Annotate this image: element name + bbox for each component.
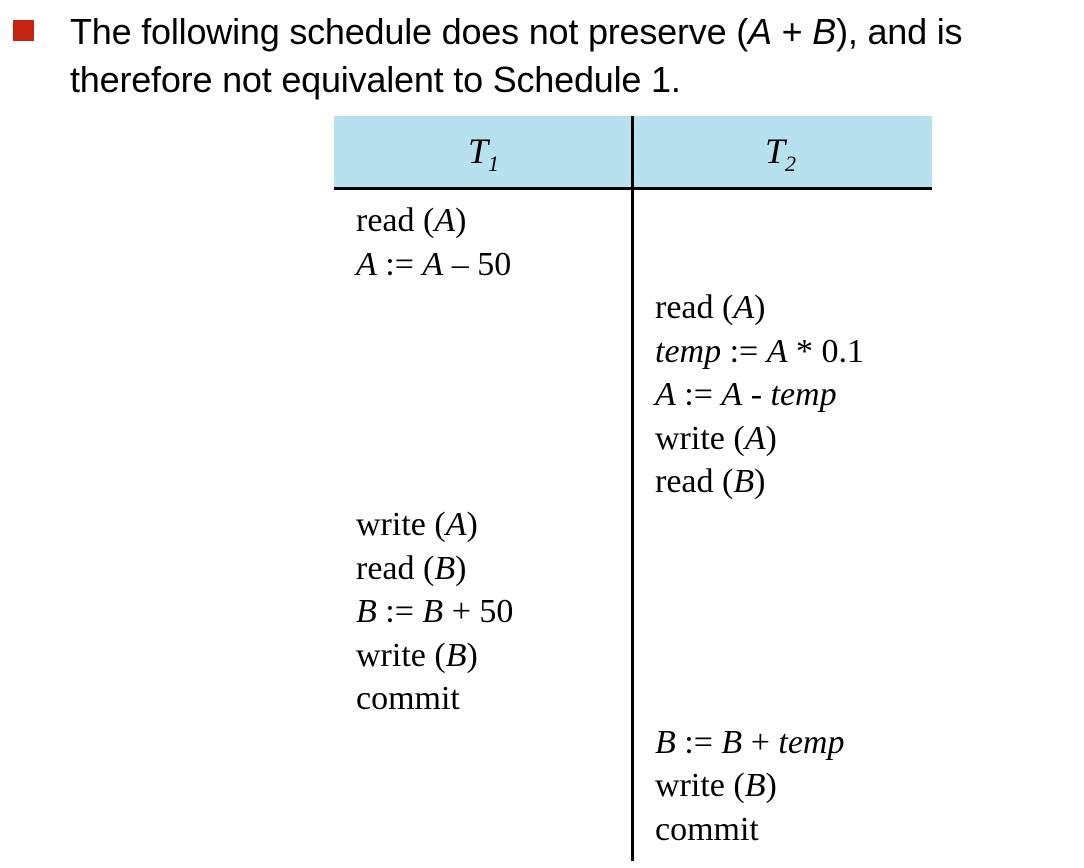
statement-line-2: therefore not equivalent to Schedule 1.: [70, 59, 681, 100]
header-t1-base: T: [468, 131, 489, 171]
op-end: ): [754, 463, 766, 500]
op-var: A: [422, 246, 444, 283]
op-var: A: [766, 333, 788, 370]
op-var: A: [356, 246, 377, 283]
column-divider: [631, 116, 634, 861]
op-end: ): [466, 637, 478, 674]
op-word: write (: [655, 420, 745, 457]
op-var: A: [744, 420, 766, 457]
op-tail: – 50: [443, 246, 512, 283]
t1-op-commit: commit: [356, 677, 460, 721]
header-t1-subscript: 1: [488, 151, 500, 176]
op-end: ): [455, 202, 467, 239]
t2-op-temp-assign: temp := A * 0.1: [655, 330, 864, 374]
op-var: temp: [770, 376, 837, 413]
t2-op-b-plus-temp: B := B + temp: [655, 721, 844, 765]
t1-op-write-b: write (B): [356, 634, 478, 678]
statement-text: The following schedule does not preserve…: [70, 8, 1080, 104]
header-t2-base: T: [765, 131, 786, 171]
op-var: B: [434, 550, 456, 587]
op-var: temp: [778, 724, 845, 761]
op-var: B: [733, 463, 755, 500]
op-assign: :=: [675, 376, 722, 413]
statement-text-part: ), and is: [836, 11, 963, 52]
op-word: commit: [356, 680, 460, 717]
op-plus: +: [742, 724, 779, 761]
op-assign: :=: [376, 593, 423, 630]
op-word: read (: [655, 289, 734, 326]
t2-op-write-a: write (A): [655, 417, 777, 461]
variable-a: A: [748, 11, 772, 52]
op-word: write (: [356, 506, 446, 543]
variable-b: B: [812, 11, 837, 52]
op-var: A: [733, 289, 755, 326]
op-var: A: [434, 202, 456, 239]
op-word: write (: [356, 637, 446, 674]
op-end: ): [765, 420, 777, 457]
op-minus: -: [742, 376, 771, 413]
op-end: ): [455, 550, 467, 587]
op-word: read (: [356, 202, 435, 239]
op-var: A: [655, 376, 676, 413]
op-var: B: [356, 593, 377, 630]
t1-op-read-b: read (B): [356, 547, 466, 591]
op-assign: :=: [721, 333, 767, 370]
statement-line-1: The following schedule does not preserve…: [70, 8, 1080, 56]
t1-op-read-a: read (A): [356, 199, 466, 243]
op-word: read (: [655, 463, 734, 500]
statement-text-part: The following schedule does not preserve…: [70, 11, 748, 52]
op-var: B: [721, 724, 743, 761]
bullet-square-icon: [13, 20, 34, 41]
op-var: B: [744, 767, 766, 804]
op-end: ): [754, 289, 766, 326]
t2-op-read-b: read (B): [655, 460, 765, 504]
op-var: B: [422, 593, 444, 630]
op-tail: * 0.1: [787, 333, 864, 370]
op-var: B: [445, 637, 467, 674]
op-word: read (: [356, 550, 435, 587]
t1-op-write-a: write (A): [356, 503, 478, 547]
header-t1: T1: [468, 130, 499, 177]
header-t2-subscript: 2: [785, 151, 797, 176]
op-word: commit: [655, 811, 759, 848]
t1-op-b-plus-50: B := B + 50: [356, 590, 513, 634]
op-assign: :=: [376, 246, 423, 283]
op-var: temp: [655, 333, 722, 370]
op-tail: + 50: [443, 593, 514, 630]
op-var: A: [445, 506, 467, 543]
op-var: B: [655, 724, 676, 761]
op-end: ): [765, 767, 777, 804]
schedule-table: T1 T2 read (A) A := A – 50 read (A) temp…: [334, 116, 932, 861]
op-assign: :=: [675, 724, 722, 761]
header-t2: T2: [765, 130, 796, 177]
op-word: write (: [655, 767, 745, 804]
t2-op-a-minus-temp: A := A - temp: [655, 373, 837, 417]
t2-op-read-a: read (A): [655, 286, 765, 330]
t2-op-commit: commit: [655, 808, 759, 852]
t2-op-write-b: write (B): [655, 764, 777, 808]
plus-sign: +: [771, 11, 813, 52]
op-var: A: [721, 376, 743, 413]
t1-op-a-minus-50: A := A – 50: [356, 243, 511, 287]
op-end: ): [466, 506, 478, 543]
